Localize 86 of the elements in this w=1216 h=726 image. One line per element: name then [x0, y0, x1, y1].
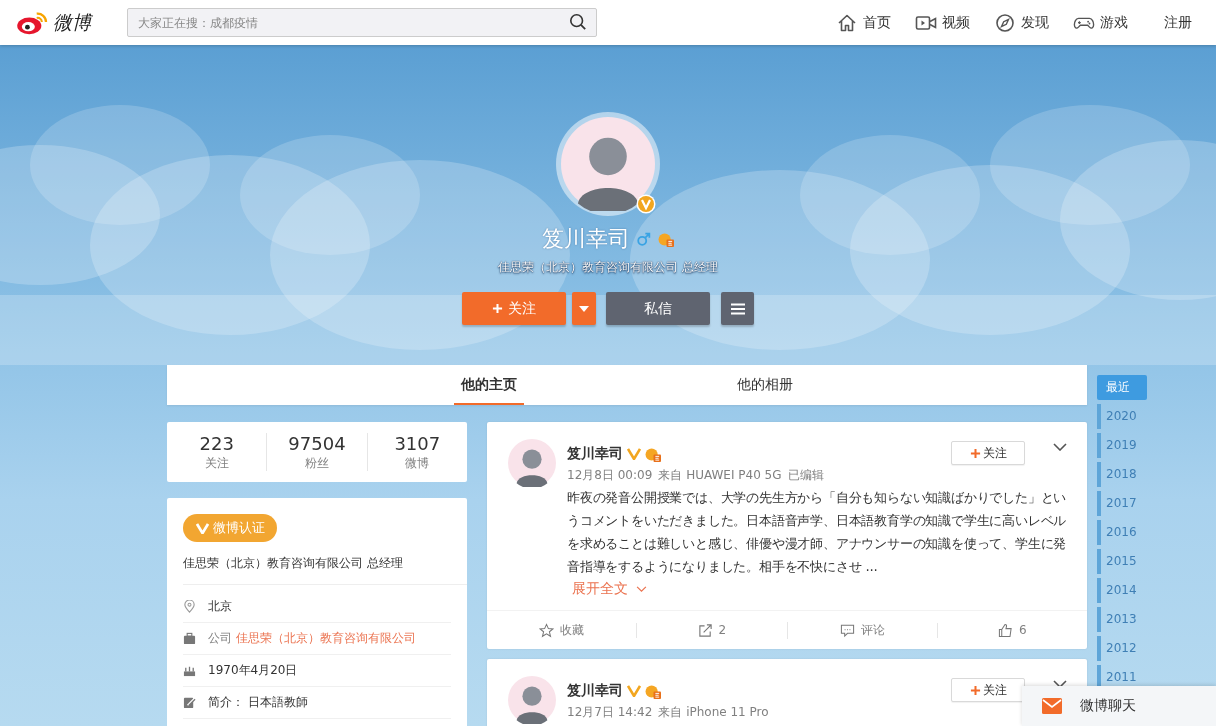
post-time[interactable]: 12月7日 14:42: [567, 703, 653, 721]
profile-tab[interactable]: 他的主页: [351, 365, 627, 405]
info-label: 公司: [208, 630, 232, 647]
verification-title: 佳思荣（北京）教育咨询有限公司 总经理: [183, 554, 467, 585]
nav-link[interactable]: 注册: [1164, 13, 1192, 32]
action-button[interactable]: 评论: [839, 621, 885, 639]
logo-icon: [16, 9, 50, 36]
action-button[interactable]: 收藏: [539, 621, 585, 639]
info-text: 简介： 日本語教師: [208, 694, 308, 711]
verified-icon: [627, 448, 641, 460]
timeline-link[interactable]: 2019: [1097, 433, 1146, 458]
timeline-link[interactable]: 2013: [1097, 607, 1146, 632]
briefcase-icon: [183, 632, 196, 645]
action-button[interactable]: 6: [998, 622, 1027, 638]
stat-value[interactable]: 3107: [394, 433, 441, 455]
level-badge-icon: [657, 231, 675, 247]
nav-link[interactable]: 首页: [836, 12, 891, 33]
dropdown-button[interactable]: [572, 292, 596, 325]
post-source: 来自 iPhone 11 Pro: [658, 704, 769, 721]
author-avatar[interactable]: [508, 676, 556, 724]
timeline-link[interactable]: 2016: [1097, 520, 1146, 545]
star-icon: [539, 622, 555, 638]
menu-button[interactable]: [721, 292, 754, 325]
cake-icon: [183, 664, 196, 677]
author-avatar[interactable]: [508, 439, 556, 487]
stat-label: 关注: [204, 455, 229, 471]
search-field[interactable]: 大家正在搜：成都疫情: [127, 8, 597, 37]
nav-link[interactable]: 发现: [994, 12, 1049, 33]
author-name[interactable]: 笈川幸司: [567, 445, 623, 463]
level-badge-icon: [645, 446, 662, 462]
menu-icon: [730, 302, 745, 315]
logo-text: 微博: [53, 9, 91, 35]
action-button[interactable]: 2: [697, 622, 727, 638]
search-icon: [569, 13, 587, 31]
nav-link[interactable]: 游戏: [1073, 12, 1128, 33]
plus-icon: [969, 447, 981, 459]
timeline-link[interactable]: 2020: [1097, 404, 1146, 429]
chevron-down-icon: [636, 585, 647, 593]
chevron-down-icon[interactable]: [1053, 443, 1067, 451]
company-link[interactable]: 佳思荣（北京）教育咨询有限公司: [236, 630, 416, 647]
timeline-link[interactable]: 2012: [1097, 636, 1146, 661]
post-source: 来自 HUAWEI P40 5G: [658, 467, 782, 484]
follow-button[interactable]: 关注: [462, 292, 566, 325]
timeline-link[interactable]: 2015: [1097, 549, 1146, 574]
stat-label: 微博: [405, 455, 430, 471]
post-time[interactable]: 12月8日 00:09: [567, 466, 653, 484]
chevron-down-icon[interactable]: [1053, 680, 1067, 688]
timeline-link[interactable]: 最近: [1097, 375, 1147, 400]
mail-icon: [1042, 698, 1062, 714]
post-text: 昨夜の発音公開授業では、大学の先生方から「自分も知らない知識ばかりでした」というコメントをいただきました。日本語音声学、日本語教育学の知識で学生に高いレベルを求めることは難しいと感じ、俳優や漫才師、アナウンサーの知識を使って、学生に発音指導をするようになりました。相手を不快にさせ ...: [567, 489, 1068, 576]
verified-icon: [196, 522, 209, 534]
compass-icon: [994, 12, 1016, 33]
timeline-link[interactable]: 2017: [1097, 491, 1146, 516]
profile-name: 笈川幸司: [541, 225, 630, 253]
plus-icon: [492, 303, 503, 314]
location-pin-icon: [183, 600, 196, 613]
follow-button[interactable]: 关注: [951, 441, 1025, 465]
info-text: 北京: [208, 598, 232, 615]
message-button[interactable]: 私信: [606, 292, 710, 325]
expand-link[interactable]: 展开全文: [572, 580, 647, 598]
share-icon: [697, 622, 713, 638]
verification-label: 微博认证: [213, 519, 265, 537]
verified-icon: [627, 685, 641, 697]
pencil-note-icon: [183, 696, 196, 709]
author-name[interactable]: 笈川幸司: [567, 682, 623, 700]
comment-icon: [839, 622, 855, 638]
profile-tab[interactable]: 他的相册: [627, 365, 903, 405]
search-button[interactable]: [569, 13, 587, 31]
info-text: 1970年4月20日: [208, 662, 298, 679]
level-badge-icon: [645, 683, 662, 699]
chat-bar[interactable]: 微博聊天: [1022, 686, 1216, 726]
home-icon: [836, 12, 858, 33]
thumbs-up-icon: [998, 622, 1014, 638]
stat-value[interactable]: 97504: [288, 433, 346, 455]
timeline-link[interactable]: 2018: [1097, 462, 1146, 487]
stat-label: 粉丝: [305, 455, 329, 471]
plus-icon: [969, 684, 981, 696]
chat-label: 微博聊天: [1080, 697, 1136, 715]
edited-label: 已编辑: [787, 467, 824, 484]
avatar[interactable]: [561, 117, 655, 211]
follow-button[interactable]: 关注: [951, 678, 1025, 702]
profile-subtitle: 佳思荣（北京）教育咨询有限公司 总经理: [498, 259, 718, 276]
caret-icon: [579, 305, 589, 312]
stat-value[interactable]: 223: [199, 433, 234, 455]
nav-link[interactable]: 视频: [915, 12, 970, 33]
timeline-link[interactable]: 2014: [1097, 578, 1146, 603]
